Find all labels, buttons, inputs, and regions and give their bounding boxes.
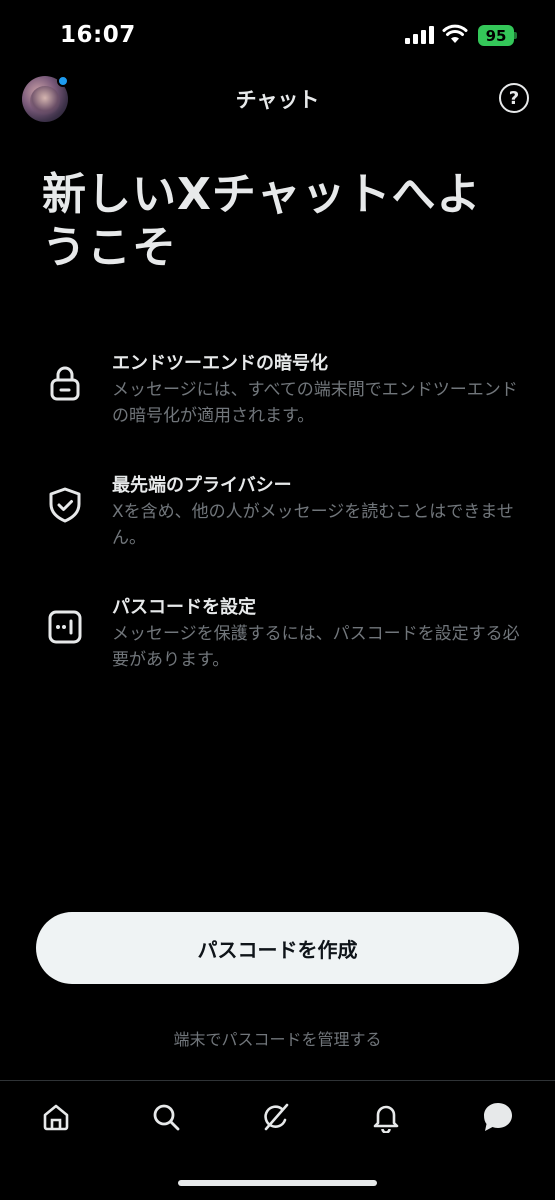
feature-title: 最先端のプライバシー: [112, 475, 292, 496]
passcode-icon: [48, 610, 82, 644]
feature-title: パスコードを設定: [112, 597, 256, 618]
tab-search[interactable]: [148, 1099, 184, 1135]
bell-icon: [373, 1105, 399, 1133]
feature-description: メッセージを保護するには、パスコードを設定する必要があります。: [112, 624, 520, 670]
tab-notifications[interactable]: [368, 1099, 404, 1135]
feature-description: メッセージには、すべての端末間でエンドツーエンドの暗号化が適用されます。: [112, 380, 518, 426]
tab-grok[interactable]: [258, 1099, 294, 1135]
grok-icon: [264, 1103, 289, 1131]
welcome-heading: 新しいXチャットへようこそ: [42, 169, 482, 273]
feature-description: Xを含め、他の人がメッセージを読むことはできません。: [112, 502, 514, 548]
help-icon[interactable]: ?: [499, 83, 529, 113]
chat-welcome-screen: 16:07 95 チャット ? 新しいXチャットへようこそ エンドツーエンドの暗…: [0, 0, 555, 1200]
status-time: 16:07: [60, 22, 136, 48]
status-bar: 16:07 95: [0, 0, 555, 70]
signal-icon: [405, 26, 434, 44]
page-title: チャット: [235, 88, 320, 112]
help-glyph: ?: [508, 87, 520, 109]
feature-title: エンドツーエンドの暗号化: [112, 353, 328, 374]
manage-passcode-link[interactable]: 端末でパスコードを管理する: [0, 1026, 555, 1050]
battery-icon: 95: [478, 25, 514, 46]
lock-icon: [50, 366, 80, 401]
chat-icon: [484, 1103, 512, 1131]
search-icon: [153, 1104, 180, 1131]
battery-level: 95: [485, 26, 507, 45]
home-indicator: [178, 1180, 377, 1186]
wifi-icon: [442, 24, 468, 43]
home-icon: [43, 1104, 69, 1131]
header: チャット ?: [0, 70, 555, 130]
battery-cap: [514, 32, 517, 39]
shield-check-icon: [49, 487, 81, 523]
create-passcode-button[interactable]: パスコードを作成: [36, 912, 519, 984]
tab-home[interactable]: [38, 1099, 74, 1135]
tab-chat[interactable]: [480, 1099, 516, 1135]
